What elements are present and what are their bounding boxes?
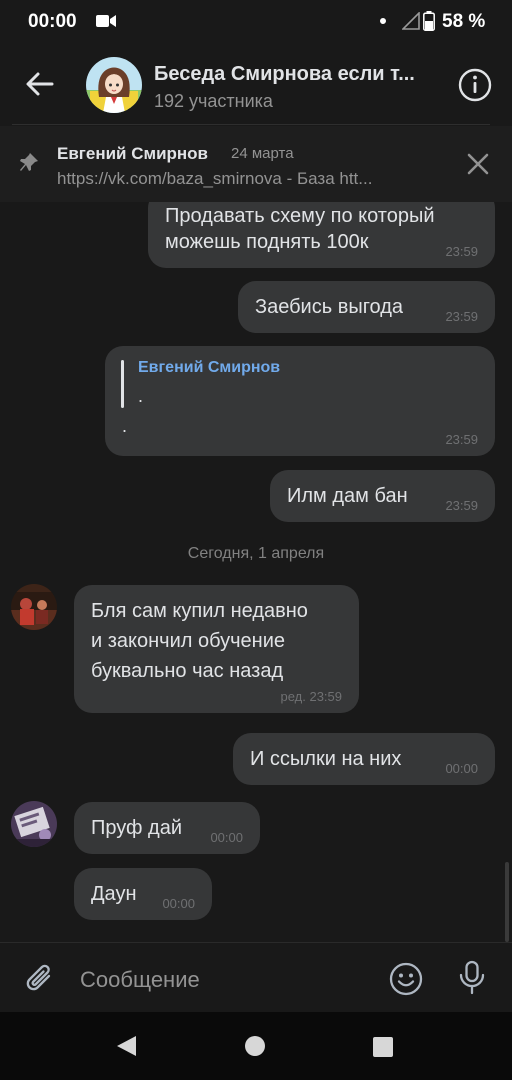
message-text: Илм дам бан [287, 485, 408, 507]
message-time: 23:59 [445, 309, 478, 324]
pin-icon [19, 152, 39, 179]
pinned-text: https://vk.com/baza_smirnova - База htt.… [57, 169, 373, 188]
battery-percent: 58 % [442, 11, 486, 32]
smile-icon [389, 962, 423, 996]
message-time: 00:00 [162, 896, 195, 911]
battery-icon [423, 11, 435, 36]
video-record-icon [96, 14, 116, 33]
message-bubble-in[interactable]: Пруф дай 00:00 [74, 802, 260, 854]
close-icon [467, 153, 489, 175]
chat-header: Беседа Смирнова если т... 192 участника [0, 44, 512, 124]
pinned-message[interactable]: Евгений Смирнов 24 марта https://vk.com/… [0, 126, 512, 202]
message-bubble-out[interactable]: Заебись выгода 23:59 [238, 281, 495, 333]
message-text: Заебись выгода [255, 296, 404, 318]
sender-avatar[interactable] [11, 584, 57, 630]
message-time: 00:00 [210, 830, 243, 845]
nav-recent-icon[interactable] [373, 1037, 393, 1057]
message-text: Пруф дай [91, 817, 183, 839]
message-bubble-out[interactable]: Продавать схему по который можешь поднят… [148, 202, 495, 268]
message-text: Даун [91, 883, 137, 905]
message-text: можешь поднять 100к [165, 231, 369, 253]
emoji-button[interactable] [388, 961, 424, 1002]
info-icon [458, 68, 492, 102]
message-bubble-out[interactable]: Илм дам бан 23:59 [270, 470, 495, 522]
status-time: 00:00 [28, 11, 77, 32]
message-text: Бля сам купил недавно [91, 600, 308, 622]
message-composer [0, 942, 512, 1012]
message-bubble-in[interactable]: Даун 00:00 [74, 868, 212, 920]
notification-dot-icon [380, 18, 386, 24]
voice-message-button[interactable] [456, 959, 488, 1002]
quote-author: Евгений Смирнов [138, 359, 281, 376]
signal-icon [401, 11, 420, 35]
message-time: 23:59 [445, 432, 478, 447]
message-text: буквально час назад [91, 660, 284, 682]
paperclip-icon [26, 964, 51, 991]
quote-bar [121, 360, 124, 408]
quote-text: . [138, 386, 144, 406]
chat-title[interactable]: Беседа Смирнова если т... [154, 63, 446, 86]
pinned-close-button[interactable] [464, 150, 492, 178]
pinned-author: Евгений Смирнов [57, 144, 209, 163]
date-separator: Сегодня, 1 апреля [187, 545, 325, 562]
system-nav-bar [0, 1012, 512, 1080]
header-divider [12, 124, 490, 125]
status-bar: 00:00 58 % [0, 0, 512, 44]
nav-back-icon[interactable] [114, 1034, 138, 1063]
microphone-icon [459, 960, 485, 995]
message-list[interactable]: Продавать схему по который можешь поднят… [0, 202, 512, 942]
message-input[interactable] [80, 965, 370, 995]
scrollbar[interactable] [505, 862, 509, 942]
message-time: 23:59 [445, 498, 478, 513]
chat-avatar[interactable] [86, 57, 142, 113]
pinned-date: 24 марта [231, 145, 294, 162]
message-time: 00:00 [445, 761, 478, 776]
arrow-left-icon [26, 72, 54, 96]
nav-home-icon[interactable] [245, 1036, 265, 1056]
message-time: 23:59 [445, 244, 478, 259]
message-text: и закончил обучение [91, 630, 286, 652]
chat-member-count[interactable]: 192 участника [154, 91, 273, 112]
message-text: И ссылки на них [250, 748, 402, 770]
message-time: ред. 23:59 [280, 689, 342, 704]
message-bubble-in[interactable]: Бля сам купил недавно и закончил обучени… [74, 585, 359, 713]
back-button[interactable] [22, 66, 58, 102]
message-bubble-out[interactable]: Евгений Смирнов . . 23:59 [105, 346, 495, 456]
sender-avatar[interactable] [11, 801, 57, 847]
message-text: . [122, 416, 128, 436]
message-bubble-out[interactable]: И ссылки на них 00:00 [233, 733, 495, 785]
attach-button[interactable] [22, 961, 58, 1002]
info-button[interactable] [456, 66, 494, 104]
